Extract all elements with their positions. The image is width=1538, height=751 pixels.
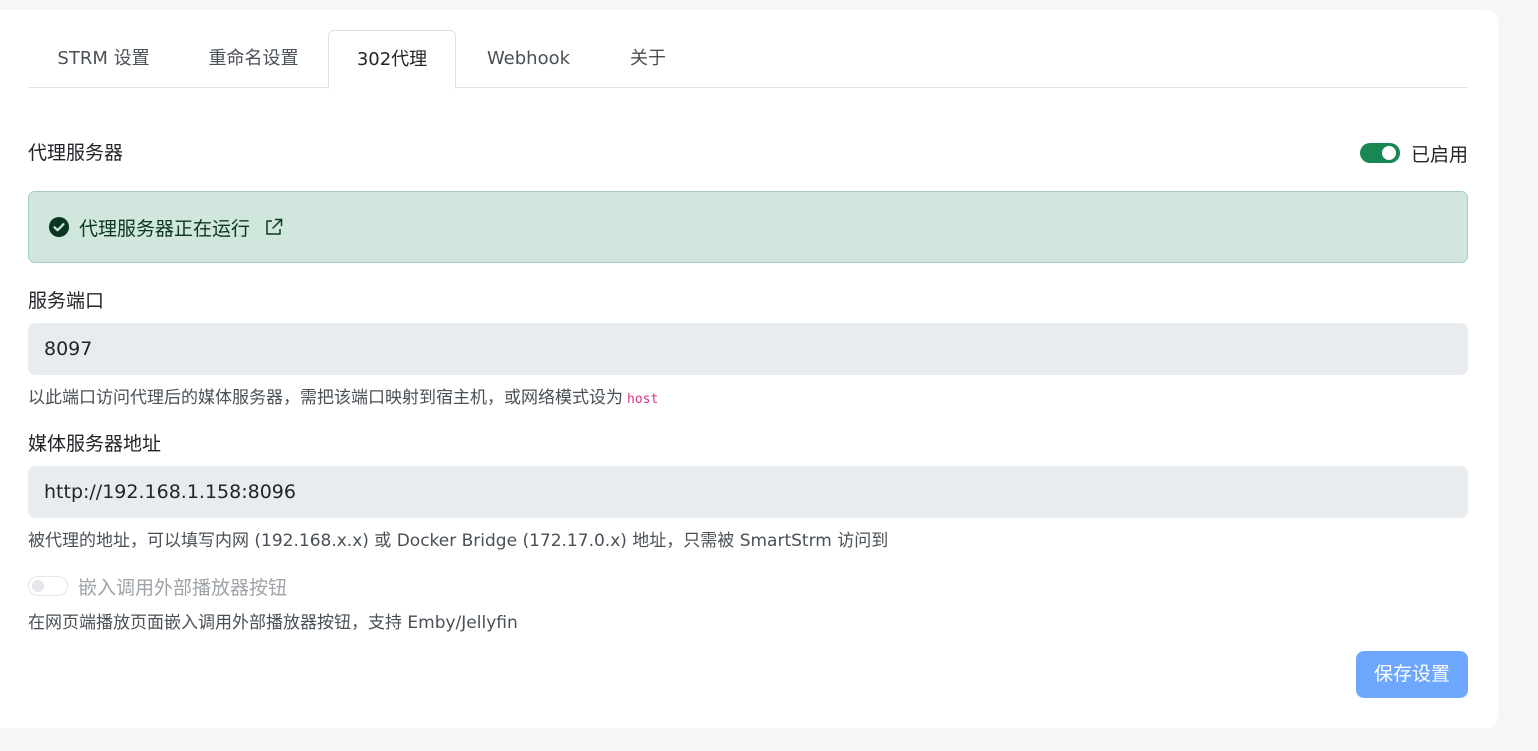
host-code: host [627, 392, 659, 407]
check-circle-icon [49, 217, 69, 237]
tab-webhook[interactable]: Webhook [456, 30, 601, 88]
proxy-server-title: 代理服务器 [28, 142, 124, 164]
proxy-enable-switch[interactable] [1359, 143, 1400, 163]
proxy-status-text: 代理服务器正在运行 [79, 217, 251, 240]
embed-player-toggle[interactable]: 嵌入调用外部播放器按钮 [28, 574, 288, 599]
tab-302-proxy[interactable]: 302代理 [328, 30, 456, 89]
proxy-enabled-label: 已启用 [1410, 143, 1468, 166]
embed-player-help: 在网页端播放页面嵌入调用外部播放器按钮，支持 Emby/Jellyfin [28, 613, 518, 633]
service-port-label: 服务端口 [28, 290, 105, 312]
embed-player-switch[interactable] [28, 576, 68, 596]
save-button[interactable]: 保存设置 [1356, 651, 1468, 698]
service-port-input[interactable]: 8097 [28, 323, 1468, 375]
settings-card: STRM 设置 重命名设置 302代理 Webhook 关于 代理服务器 已启用… [0, 10, 1498, 728]
tab-rename-settings[interactable]: 重命名设置 [179, 30, 328, 88]
switch-knob [32, 580, 44, 592]
external-link-icon[interactable] [264, 217, 284, 237]
proxy-status-alert: 代理服务器正在运行 [28, 191, 1468, 263]
embed-player-label: 嵌入调用外部播放器按钮 [78, 576, 288, 599]
media-server-help: 被代理的地址，可以填写内网 (192.168.x.x) 或 Docker Bri… [28, 531, 889, 551]
settings-tabs: STRM 设置 重命名设置 302代理 Webhook 关于 [28, 30, 1468, 89]
switch-knob [1381, 146, 1396, 160]
service-port-help-text: 以此端口访问代理后的媒体服务器，需把该端口映射到宿主机，或网络模式设为 [28, 388, 623, 408]
tab-strm-settings[interactable]: STRM 设置 [28, 30, 179, 88]
media-server-label: 媒体服务器地址 [28, 433, 162, 455]
service-port-help: 以此端口访问代理后的媒体服务器，需把该端口映射到宿主机，或网络模式设为 host [28, 383, 658, 408]
media-server-input[interactable]: http://192.168.1.158:8096 [28, 466, 1468, 518]
tab-about[interactable]: 关于 [601, 30, 695, 88]
proxy-enable-toggle[interactable]: 已启用 [1359, 140, 1468, 166]
